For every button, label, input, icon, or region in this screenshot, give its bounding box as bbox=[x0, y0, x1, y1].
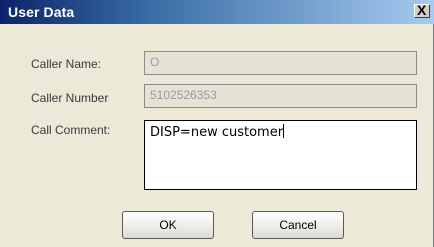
call-comment-text: DISP=new customer bbox=[150, 125, 284, 140]
user-data-dialog: User Data X Caller Name: O Caller Number… bbox=[0, 0, 434, 247]
caller-number-field[interactable]: 5102526353 bbox=[144, 84, 417, 108]
ok-button[interactable]: OK bbox=[122, 211, 214, 239]
caller-name-field[interactable]: O bbox=[144, 51, 417, 75]
close-icon: X bbox=[417, 2, 427, 18]
text-caret bbox=[283, 124, 285, 138]
caller-number-label: Caller Number bbox=[31, 91, 109, 105]
dialog-title: User Data bbox=[8, 4, 75, 20]
title-bar[interactable]: User Data X bbox=[0, 0, 434, 24]
cancel-button[interactable]: Cancel bbox=[252, 211, 344, 239]
caller-name-label: Caller Name: bbox=[31, 57, 102, 71]
call-comment-label: Call Comment: bbox=[31, 123, 111, 137]
call-comment-textarea[interactable]: DISP=new customer bbox=[144, 120, 417, 190]
close-button[interactable]: X bbox=[414, 2, 430, 18]
